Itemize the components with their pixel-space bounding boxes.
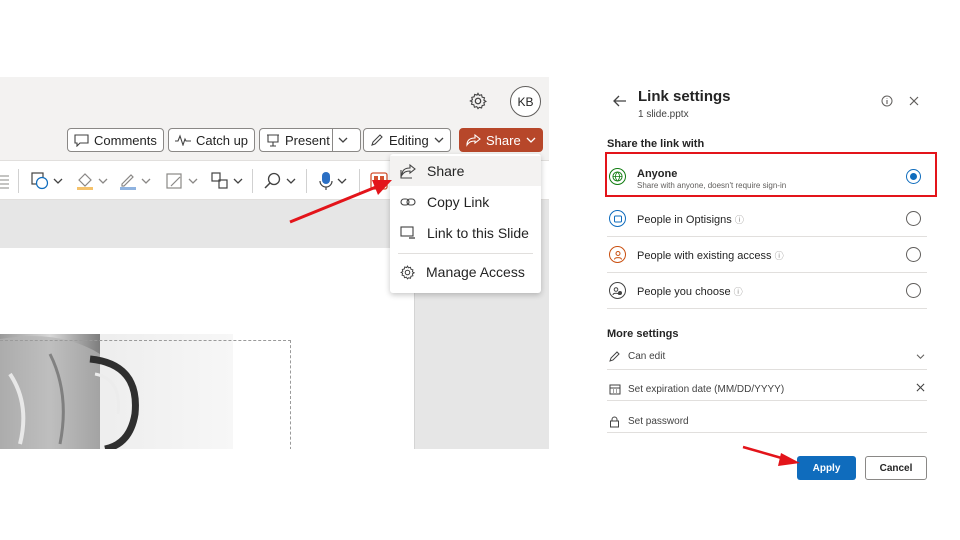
chevron-down-icon[interactable]	[338, 136, 348, 144]
align-icon[interactable]	[0, 171, 10, 191]
comments-label: Comments	[94, 132, 157, 148]
calendar-icon	[609, 384, 621, 395]
panel-title: Link settings	[638, 88, 731, 105]
option-label: People in Optisigns ⓘ	[637, 213, 744, 226]
dictate-microphone-icon[interactable]	[318, 171, 347, 191]
chevron-down-icon	[916, 354, 925, 359]
menu-item-link-to-slide[interactable]: Link to this Slide	[390, 218, 541, 248]
apply-button[interactable]: Apply	[797, 456, 856, 480]
line-color-icon[interactable]	[118, 171, 151, 191]
separator	[252, 169, 253, 193]
settings-gear-icon[interactable]	[469, 92, 487, 110]
option-label: People you choose ⓘ	[637, 285, 743, 298]
chevron-down-icon	[434, 137, 444, 143]
option-people-in-org[interactable]: People in Optisigns ⓘ	[607, 201, 927, 237]
share-icon	[466, 133, 481, 147]
clear-icon[interactable]	[916, 383, 925, 392]
password-field[interactable]: Set password	[607, 407, 927, 433]
present-button[interactable]: Present	[259, 128, 361, 152]
arrange-icon[interactable]	[210, 171, 243, 191]
user-avatar[interactable]: KB	[510, 86, 541, 117]
share-label: Share	[486, 132, 521, 148]
expiration-date-field[interactable]: Set expiration date (MM/DD/YYYY)	[607, 375, 927, 401]
present-label: Present	[285, 132, 330, 148]
more-settings-label: More settings	[607, 328, 679, 340]
catch-up-button[interactable]: Catch up	[168, 128, 256, 152]
placeholder-frame[interactable]	[0, 340, 291, 449]
highlight-box	[605, 152, 937, 197]
share-with-label: Share the link with	[607, 138, 705, 150]
option-label: People with existing access ⓘ	[637, 249, 784, 262]
catch-up-label: Catch up	[196, 132, 249, 148]
info-icon[interactable]	[881, 95, 893, 107]
editing-mode-button[interactable]: Editing	[363, 128, 451, 152]
menu-item-manage-access[interactable]: Manage Access	[390, 257, 541, 287]
share-dropdown-menu: Share Copy Link Link to this Slide Manag…	[390, 154, 541, 293]
separator	[306, 169, 307, 193]
option-label-text: People with existing access	[637, 250, 772, 262]
building-icon	[609, 210, 626, 227]
share-button[interactable]: Share	[459, 128, 543, 152]
editing-label: Editing	[389, 132, 429, 148]
chevron-down-icon	[526, 137, 536, 143]
permission-dropdown[interactable]: Can edit	[607, 344, 927, 370]
share-icon	[400, 163, 416, 179]
find-icon[interactable]	[263, 171, 296, 191]
option-label-text: People in Optisigns	[637, 214, 732, 226]
comments-button[interactable]: Comments	[67, 128, 164, 152]
menu-item-label: Manage Access	[426, 264, 525, 280]
radio-unselected[interactable]	[906, 283, 921, 298]
option-label-text: People you choose	[637, 286, 731, 298]
person-icon	[609, 246, 626, 263]
option-people-you-choose[interactable]: People you choose ⓘ	[607, 273, 927, 309]
password-placeholder: Set password	[628, 416, 689, 427]
slide-link-icon	[400, 226, 415, 239]
menu-item-label: Copy Link	[427, 194, 490, 210]
option-existing-access[interactable]: People with existing access ⓘ	[607, 237, 927, 273]
title-bar: KB	[0, 77, 549, 124]
separator	[359, 169, 360, 193]
people-icon	[609, 282, 626, 299]
back-arrow-icon[interactable]	[613, 95, 627, 107]
expiration-placeholder: Set expiration date (MM/DD/YYYY)	[628, 384, 785, 395]
link-settings-panel: Link settings 1 slide.pptx Share the lin…	[593, 77, 942, 502]
pulse-icon	[175, 134, 191, 146]
fill-color-icon[interactable]	[75, 171, 108, 191]
radio-unselected[interactable]	[906, 211, 921, 226]
shapes-icon[interactable]	[30, 171, 63, 191]
gear-icon	[400, 264, 415, 280]
lock-icon	[610, 416, 619, 428]
slide[interactable]	[0, 248, 415, 449]
close-icon[interactable]	[909, 96, 919, 106]
present-icon	[267, 133, 279, 147]
comment-icon	[74, 133, 89, 147]
menu-item-label: Share	[427, 163, 465, 179]
shape-style-icon[interactable]	[165, 171, 198, 191]
menu-divider	[398, 253, 533, 254]
cancel-button[interactable]: Cancel	[865, 456, 927, 480]
info-icon[interactable]: ⓘ	[734, 287, 743, 297]
powerpoint-web-screenshot: KB Comments Catch up Present Editing Sha…	[0, 77, 549, 449]
link-icon	[400, 198, 416, 206]
info-icon[interactable]: ⓘ	[735, 215, 744, 225]
separator	[18, 169, 19, 193]
permission-value: Can edit	[628, 351, 666, 362]
designer-icon[interactable]	[370, 171, 388, 191]
pencil-icon	[371, 134, 383, 146]
menu-item-copy-link[interactable]: Copy Link	[390, 187, 541, 217]
info-icon[interactable]: ⓘ	[775, 251, 784, 261]
radio-unselected[interactable]	[906, 247, 921, 262]
menu-item-label: Link to this Slide	[427, 225, 529, 241]
pencil-icon	[609, 351, 620, 362]
menu-item-share[interactable]: Share	[390, 156, 541, 186]
file-name: 1 slide.pptx	[638, 109, 689, 120]
